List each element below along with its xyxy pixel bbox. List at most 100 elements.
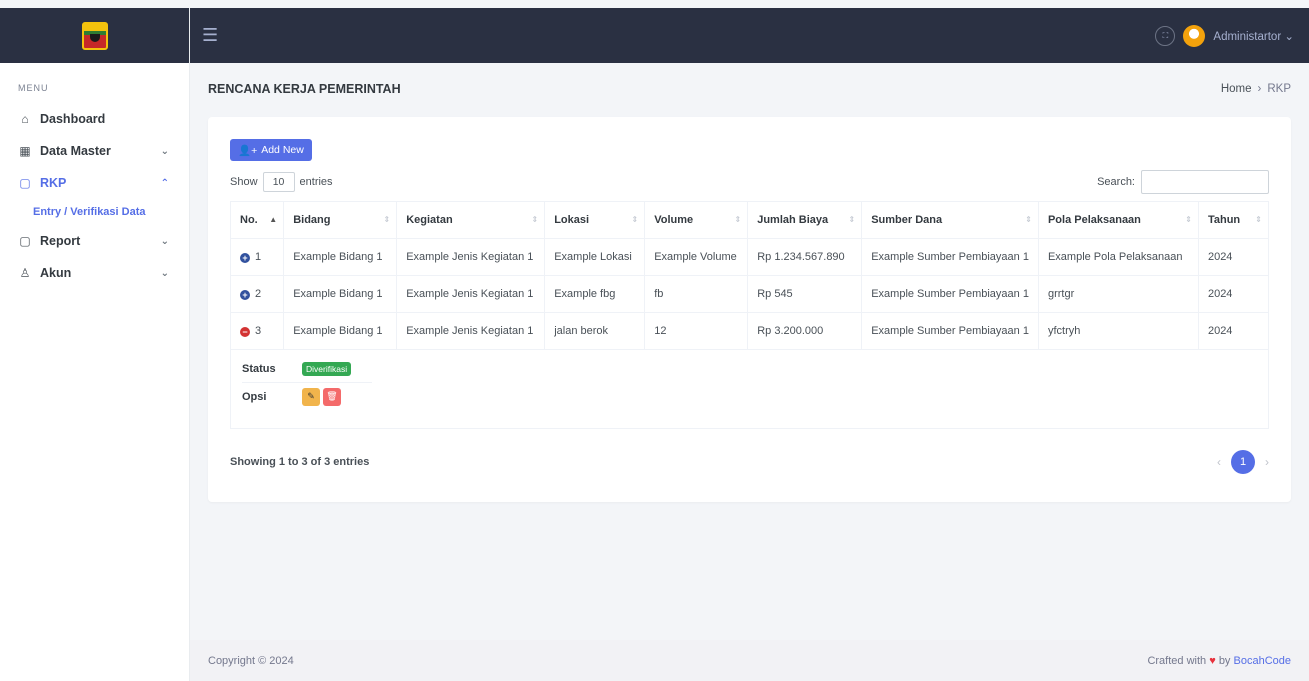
column-header-lokasi[interactable]: Lokasi ⇕ <box>544 201 646 239</box>
pagination: ‹ 1 › <box>1217 450 1269 474</box>
cell-bidang: Example Bidang 1 <box>283 275 398 313</box>
chevron-down-icon: ⌄ <box>160 267 169 279</box>
edit-icon: ✎ <box>307 391 315 401</box>
column-header-kegiatan[interactable]: Kegiatan ⇕ <box>396 201 546 239</box>
cell-jumlah-biaya: Rp 3.200.000 <box>747 312 863 350</box>
table-row: +2 Example Bidang 1 Example Jenis Kegiat… <box>229 275 1270 313</box>
cell-sumber-dana: Example Sumber Pembiayaan 1 <box>861 238 1039 276</box>
column-header-label: Lokasi <box>554 214 590 226</box>
trash-icon: 🗑 <box>326 391 338 401</box>
child-detail: Status Diverifikasi Opsi ✎ 🗑 <box>240 350 1259 428</box>
row-number-cell[interactable]: +1 <box>229 238 285 276</box>
sidebar-item-akun[interactable]: ♙ Akun ⌄ <box>0 257 189 289</box>
pagination-page-1[interactable]: 1 <box>1231 450 1255 474</box>
sidebar-item-dashboard[interactable]: ⌂ Dashboard <box>0 103 189 135</box>
copyright-text: Copyright © 2024 <box>208 654 294 667</box>
column-header-tahun[interactable]: Tahun ⇕ <box>1197 201 1270 239</box>
sort-icon: ⇕ <box>631 215 639 224</box>
sort-icon: ⇕ <box>848 215 856 224</box>
pagination-prev[interactable]: ‹ <box>1217 455 1221 469</box>
cell-volume: Example Volume <box>644 238 749 276</box>
topbar-right: ⛶ Administartor ⌄ <box>1155 24 1294 47</box>
cell-lokasi: jalan berok <box>544 312 646 350</box>
column-header-bidang[interactable]: Bidang ⇕ <box>283 201 398 239</box>
cell-jumlah-biaya: Rp 545 <box>747 275 863 313</box>
delete-button[interactable]: 🗑 <box>323 387 341 406</box>
add-new-label: Add New <box>261 144 304 156</box>
sidebar-item-label: Akun <box>40 266 72 280</box>
opsi-label: Opsi <box>242 390 267 403</box>
column-header-label: No. <box>240 214 258 226</box>
file-icon: ▢ <box>19 176 31 190</box>
sidebar-subitem-entry-verifikasi[interactable]: Entry / Verifikasi Data <box>0 199 189 225</box>
column-header-no[interactable]: No. ▲ <box>229 201 285 239</box>
sort-icon: ⇕ <box>1025 215 1032 224</box>
avatar[interactable] <box>1183 24 1206 47</box>
breadcrumb-current: RKP <box>1267 83 1291 95</box>
column-header-label: Jumlah Biaya <box>757 214 829 226</box>
rkp-table: No. ▲ Bidang ⇕ Kegiatan ⇕ Lokasi ⇕ Volume ⇕ J… <box>229 201 1270 429</box>
heart-icon: ♥ <box>1209 654 1216 667</box>
status-badge: Diverifikasi <box>302 362 352 376</box>
column-header-jumlah-biaya[interactable]: Jumlah Biaya ⇕ <box>747 201 863 239</box>
menu-title: MENU <box>18 83 49 93</box>
column-header-pola-pelaksanaan[interactable]: Pola Pelaksanaan ⇕ <box>1037 201 1199 239</box>
page-title: RENCANA KERJA PEMERINTAH <box>208 82 401 96</box>
table-footer: Showing 1 to 3 of 3 entries ‹ 1 › <box>230 450 1269 474</box>
sort-icon: ⇕ <box>383 215 391 224</box>
status-row: Status Diverifikasi <box>242 356 372 383</box>
table-toolbar: Show 10 entries Search: <box>230 170 1269 194</box>
hamburger-menu-icon[interactable]: ☰ <box>202 25 224 46</box>
user-name: Administartor <box>1213 30 1282 43</box>
entries-length-select[interactable]: 10 <box>262 172 295 192</box>
expand-row-icon[interactable]: + <box>240 290 250 300</box>
column-header-label: Volume <box>654 214 694 226</box>
table-header-row: No. ▲ Bidang ⇕ Kegiatan ⇕ Lokasi ⇕ Volume ⇕ J… <box>229 201 1270 239</box>
page-footer: Copyright © 2024 Crafted with ♥ by Bocah… <box>190 640 1309 681</box>
cell-jumlah-biaya: Rp 1.234.567.890 <box>747 238 863 276</box>
page-header: RENCANA KERJA PEMERINTAH Home › RKP <box>208 63 1291 115</box>
add-new-button[interactable]: 👤+ Add New <box>230 139 312 161</box>
sidebar-item-rkp[interactable]: ▢ RKP ⌃ <box>0 167 189 199</box>
users-icon: ♙ <box>19 266 31 280</box>
pagination-next[interactable]: › <box>1265 455 1269 469</box>
column-header-sumber-dana[interactable]: Sumber Dana ⇕ <box>861 201 1039 239</box>
cell-lokasi: Example Lokasi <box>544 238 646 276</box>
collapse-row-icon[interactable]: − <box>240 327 250 337</box>
grid-icon: ▦ <box>19 144 31 158</box>
search-input[interactable] <box>1141 170 1269 194</box>
sidebar-item-data-master[interactable]: ▦ Data Master ⌄ <box>0 135 189 167</box>
sort-icon: ⇕ <box>734 215 742 224</box>
credits: Crafted with ♥ by BocahCode <box>1147 655 1291 667</box>
search-label: Search: <box>1097 176 1135 188</box>
cell-kegiatan: Example Jenis Kegiatan 1 <box>396 312 546 350</box>
cell-pola-pelaksanaan: grrtgr <box>1037 275 1199 313</box>
expand-row-icon[interactable]: + <box>240 253 250 263</box>
row-number-cell[interactable]: +2 <box>229 275 285 313</box>
chevron-up-icon: ⌃ <box>160 177 169 189</box>
column-header-volume[interactable]: Volume ⇕ <box>644 201 749 239</box>
row-number-cell[interactable]: −3 <box>229 312 285 350</box>
search-area: Search: <box>1097 170 1269 194</box>
user-menu[interactable]: Administartor ⌄ <box>1213 29 1294 43</box>
sidebar-item-report[interactable]: ▢ Report ⌄ <box>0 225 189 257</box>
topbar: ☰ ⛶ Administartor ⌄ <box>190 8 1309 63</box>
edit-button[interactable]: ✎ <box>302 387 320 406</box>
table-row: −3 Example Bidang 1 Example Jenis Kegiat… <box>229 312 1270 350</box>
cell-pola-pelaksanaan: Example Pola Pelaksanaan <box>1037 238 1199 276</box>
cell-sumber-dana: Example Sumber Pembiayaan 1 <box>861 312 1039 350</box>
logo-area[interactable] <box>0 8 189 63</box>
status-label: Status <box>242 363 276 375</box>
child-detail-cell: Status Diverifikasi Opsi ✎ 🗑 <box>230 349 1269 429</box>
fullscreen-icon[interactable]: ⛶ <box>1155 25 1176 46</box>
breadcrumb-home[interactable]: Home <box>1221 83 1252 95</box>
cell-tahun: 2024 <box>1197 312 1270 350</box>
logo-icon <box>81 21 108 50</box>
sort-icon: ⇕ <box>1185 215 1192 224</box>
brand-link[interactable]: BocahCode <box>1234 655 1292 667</box>
entries-label: entries <box>299 176 333 188</box>
column-header-label: Bidang <box>293 214 331 226</box>
cell-tahun: 2024 <box>1197 238 1270 276</box>
cell-no: 2 <box>255 288 262 300</box>
table-info: Showing 1 to 3 of 3 entries <box>230 456 370 468</box>
